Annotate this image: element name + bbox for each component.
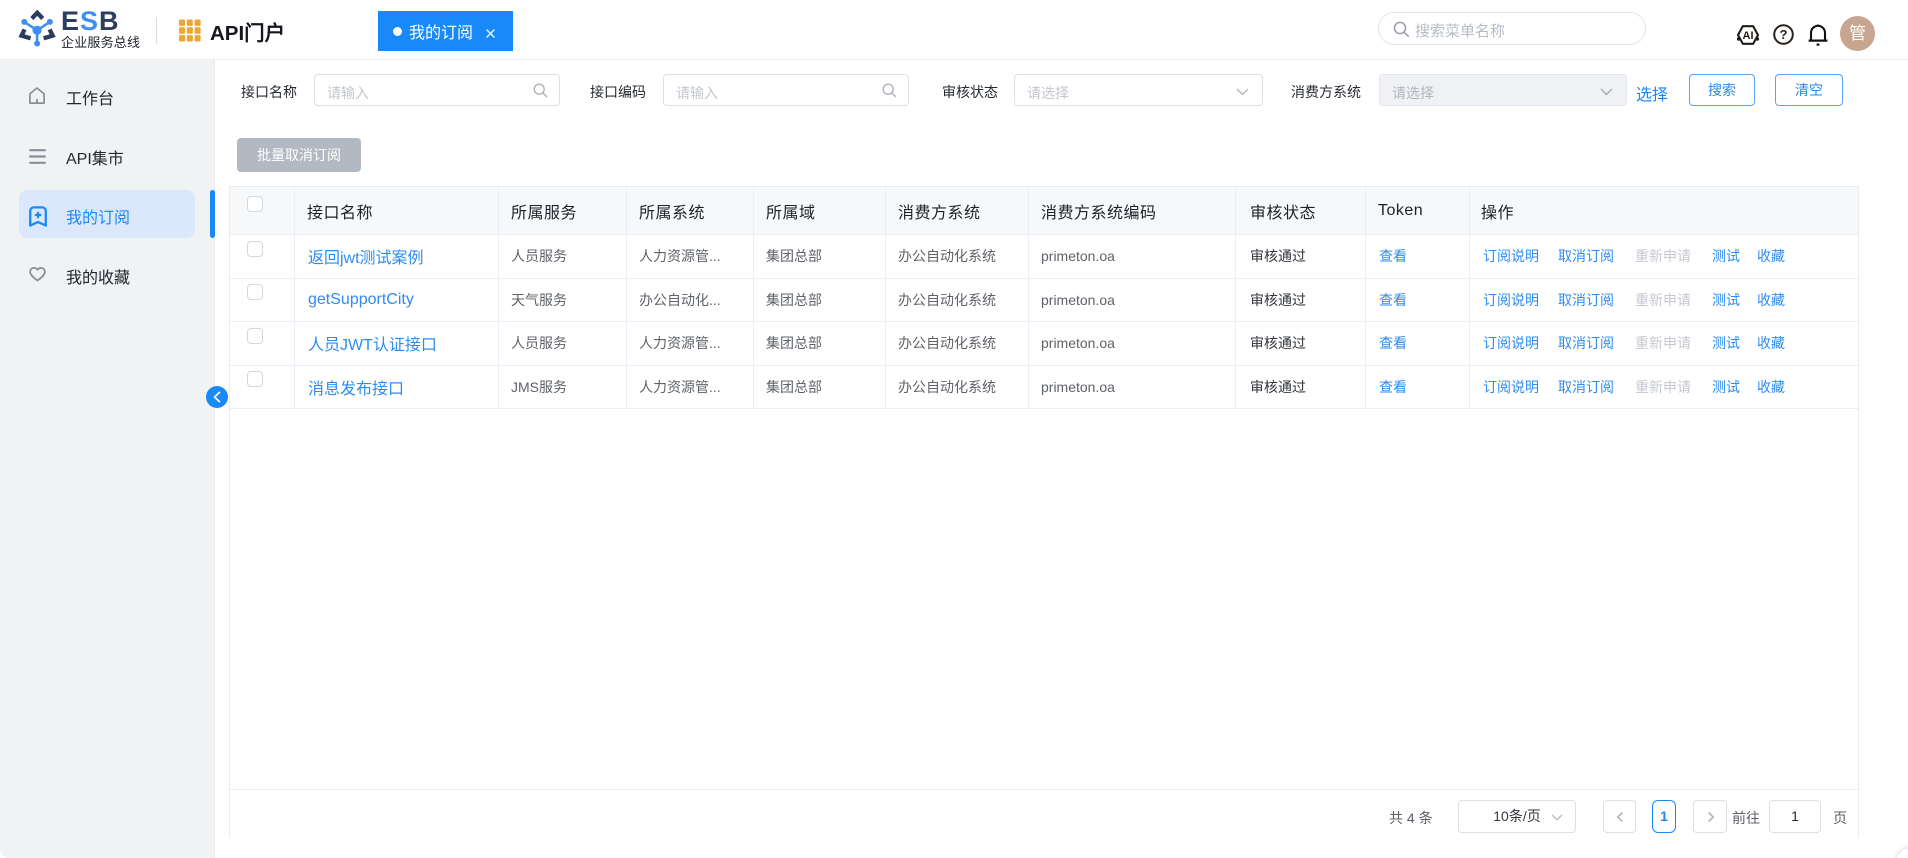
svg-text:?: ? — [1780, 27, 1788, 42]
svg-text:AI: AI — [1743, 30, 1754, 42]
